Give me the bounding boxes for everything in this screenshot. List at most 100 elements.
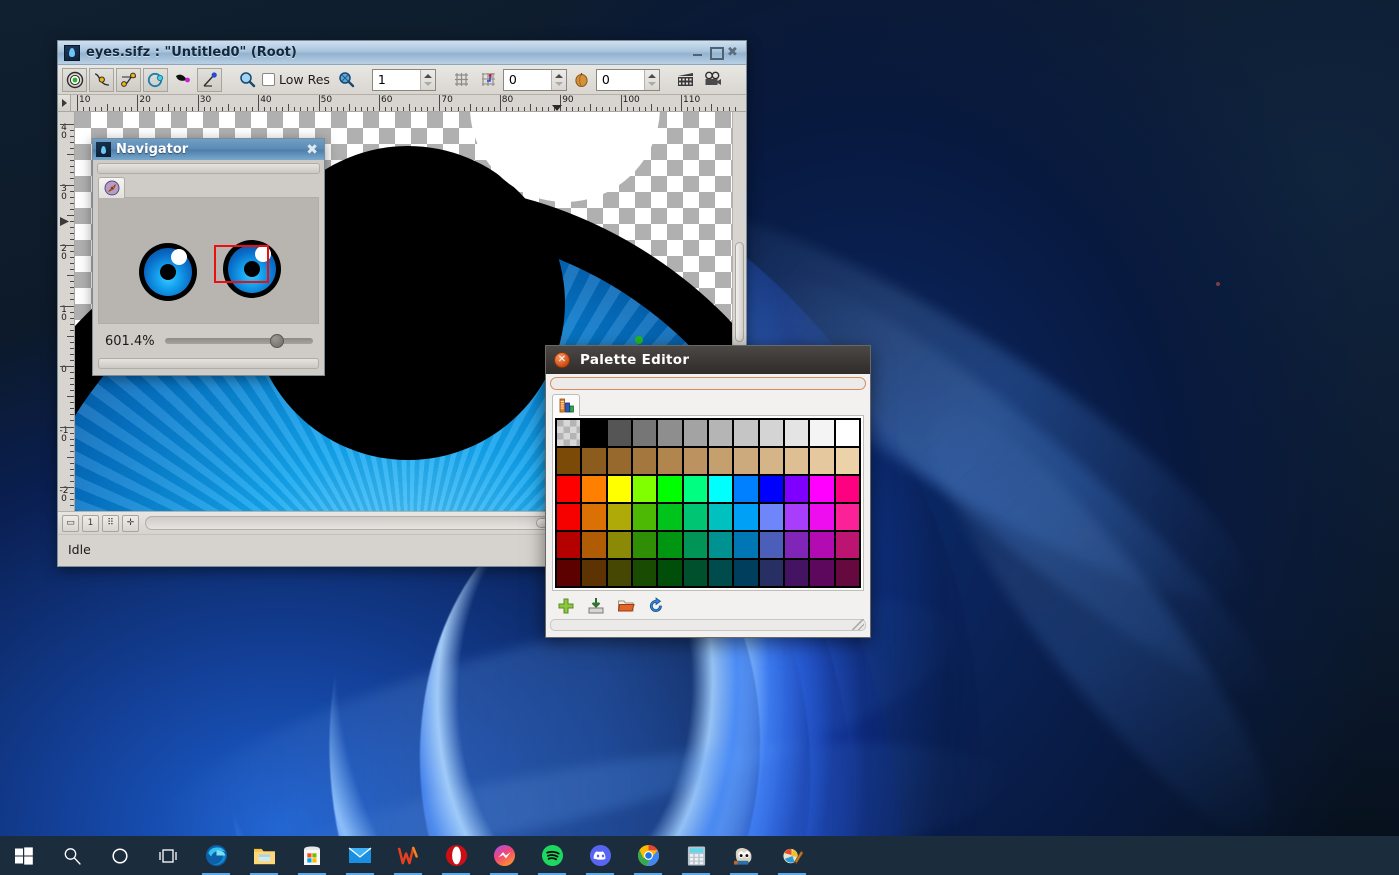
palette-swatch[interactable]	[759, 476, 783, 502]
palette-swatch[interactable]	[557, 560, 581, 586]
navigator-zoom-slider-knob[interactable]	[270, 334, 285, 348]
onion-skin-toggle-icon[interactable]	[569, 68, 594, 92]
minimize-button[interactable]	[692, 46, 705, 59]
palette-swatch[interactable]	[607, 448, 631, 474]
taskbar-messenger[interactable]	[480, 836, 528, 875]
resize-grip-icon[interactable]	[852, 619, 864, 630]
taskbar-synfig[interactable]	[768, 836, 816, 875]
palette-swatch[interactable]	[683, 448, 707, 474]
taskbar-discord[interactable]	[576, 836, 624, 875]
show-grid-icon[interactable]	[116, 67, 141, 92]
palette-swatch[interactable]	[683, 476, 707, 502]
palette-swatch[interactable]	[633, 560, 657, 586]
palette-swatch[interactable]	[835, 476, 859, 502]
snap-to-grid-icon[interactable]	[476, 68, 501, 92]
palette-swatch[interactable]	[759, 448, 783, 474]
cortana-button[interactable]	[96, 836, 144, 875]
plus-icon[interactable]	[556, 596, 576, 616]
fit-window-icon[interactable]: ⠿	[102, 514, 119, 532]
palette-swatch[interactable]	[683, 420, 707, 446]
palette-swatch[interactable]	[810, 448, 834, 474]
palette-swatch[interactable]	[683, 560, 707, 586]
onion-skin-icon[interactable]	[197, 67, 222, 92]
palette-tab-icon[interactable]	[552, 394, 580, 416]
taskbar-microsoft-store[interactable]	[288, 836, 336, 875]
navigator-panel[interactable]: Navigator ✖ 601.4%	[92, 138, 325, 376]
palette-title-bar[interactable]: ✕ Palette Editor	[546, 346, 870, 374]
palette-swatch[interactable]	[658, 476, 682, 502]
palette-swatch[interactable]	[658, 448, 682, 474]
close-icon[interactable]: ✕	[554, 352, 570, 368]
taskbar-spotify[interactable]	[528, 836, 576, 875]
palette-swatch[interactable]	[557, 448, 581, 474]
future-onion-spinner[interactable]	[595, 68, 660, 91]
palette-swatch[interactable]	[658, 560, 682, 586]
save-icon[interactable]	[586, 596, 606, 616]
palette-swatch[interactable]	[658, 420, 682, 446]
palette-swatch[interactable]	[633, 532, 657, 558]
taskbar-wps-office[interactable]	[384, 836, 432, 875]
palette-swatch[interactable]	[557, 532, 581, 558]
preview-options-icon[interactable]	[89, 67, 114, 92]
palette-swatch[interactable]	[759, 560, 783, 586]
taskbar-opera[interactable]	[432, 836, 480, 875]
ruler-expand-button[interactable]	[58, 95, 71, 111]
palette-swatch[interactable]	[582, 448, 606, 474]
palette-swatch[interactable]	[709, 504, 733, 530]
vertical-scroll-thumb[interactable]	[735, 242, 744, 342]
navigator-tab-icon[interactable]	[98, 177, 125, 198]
palette-swatch[interactable]	[810, 476, 834, 502]
refresh-icon[interactable]	[143, 67, 168, 92]
maximize-button[interactable]	[709, 46, 724, 60]
taskbar[interactable]	[0, 836, 1399, 875]
palette-swatch[interactable]	[582, 532, 606, 558]
palette-swatch[interactable]	[785, 476, 809, 502]
palette-swatch[interactable]	[835, 504, 859, 530]
palette-swatch[interactable]	[709, 448, 733, 474]
palette-swatch[interactable]	[709, 420, 733, 446]
taskbar-file-explorer[interactable]	[240, 836, 288, 875]
palette-swatch[interactable]	[633, 420, 657, 446]
palette-swatch[interactable]	[835, 448, 859, 474]
palette-swatch[interactable]	[607, 532, 631, 558]
palette-swatch[interactable]	[759, 504, 783, 530]
synfig-toolbar[interactable]: Low Res	[58, 65, 746, 95]
palette-swatch[interactable]	[734, 560, 758, 586]
palette-swatch[interactable]	[835, 560, 859, 586]
palette-swatch[interactable]	[683, 504, 707, 530]
zoom-in-icon[interactable]	[334, 68, 359, 92]
past-onion-input[interactable]	[503, 69, 551, 90]
palette-bottom-toolbar[interactable]	[546, 591, 870, 619]
palette-swatch[interactable]	[633, 476, 657, 502]
palette-swatch[interactable]	[785, 560, 809, 586]
task-view-button[interactable]	[144, 836, 192, 875]
palette-swatch[interactable]	[633, 448, 657, 474]
film-strip-icon[interactable]	[673, 68, 698, 92]
past-onion-spinner[interactable]	[502, 68, 567, 91]
navigator-title-bar[interactable]: Navigator ✖	[93, 139, 324, 160]
palette-swatch[interactable]	[734, 476, 758, 502]
palette-swatch[interactable]	[709, 532, 733, 558]
navigator-zoom-slider[interactable]	[164, 332, 313, 350]
zoom-100-icon[interactable]: 1	[82, 514, 99, 532]
movie-camera-icon[interactable]	[700, 68, 725, 92]
palette-swatch-grid[interactable]	[555, 418, 861, 588]
palette-swatch[interactable]	[835, 420, 859, 446]
palette-swatch[interactable]	[835, 532, 859, 558]
palette-tab-strip[interactable]	[546, 390, 870, 416]
navigator-tab-strip[interactable]	[93, 174, 324, 198]
palette-swatch[interactable]	[734, 532, 758, 558]
close-button[interactable]: ✖	[726, 46, 739, 59]
folder-open-icon[interactable]	[616, 596, 636, 616]
palette-swatch[interactable]	[658, 504, 682, 530]
add-keyframe-icon[interactable]: ✛	[122, 514, 139, 532]
palette-swatch[interactable]	[607, 420, 631, 446]
future-onion-input[interactable]	[596, 69, 644, 90]
palette-swatch[interactable]	[734, 420, 758, 446]
palette-swatch[interactable]	[759, 420, 783, 446]
palette-swatch[interactable]	[785, 532, 809, 558]
palette-swatch[interactable]	[810, 532, 834, 558]
taskbar-gimp[interactable]	[720, 836, 768, 875]
render-options-icon[interactable]	[62, 67, 87, 92]
palette-swatch[interactable]	[759, 532, 783, 558]
